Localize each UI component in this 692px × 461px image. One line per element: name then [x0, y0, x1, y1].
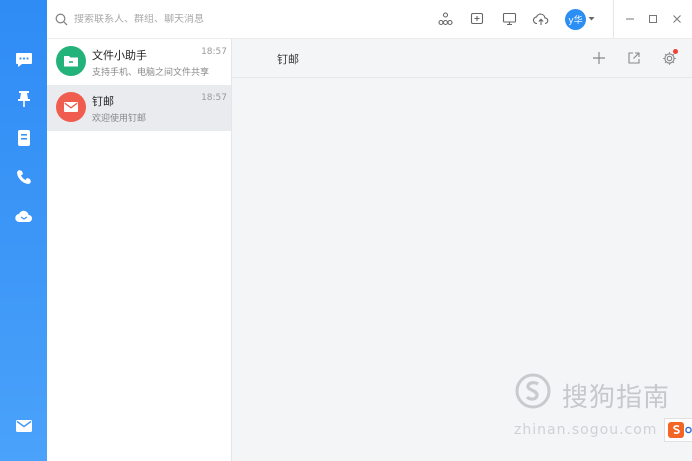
- sogou-badge: [664, 418, 692, 442]
- external-link-icon: [628, 52, 640, 64]
- left-nav-rail: [0, 0, 47, 461]
- app-window: y华 文件小助手 18:57 支持手机、电脑之间文件共享: [0, 0, 692, 461]
- watermark-brand: 搜狗指南: [562, 383, 671, 413]
- conversation-name: 文件小助手: [92, 49, 147, 62]
- chat-title: 钉邮: [277, 53, 299, 66]
- profile-avatar[interactable]: y华: [565, 9, 586, 30]
- conversation-avatar: [56, 92, 86, 122]
- close-button[interactable]: [668, 10, 686, 28]
- conversation-preview: 欢迎使用钉邮: [92, 114, 147, 124]
- screen-share-button[interactable]: [500, 10, 518, 28]
- add-button[interactable]: [590, 49, 608, 67]
- conversation-avatar: [56, 46, 86, 76]
- phone-icon: [17, 170, 31, 184]
- cloud-icon: [15, 210, 33, 223]
- add-note-icon: [470, 12, 484, 25]
- watermark-url: zhinan.sogou.com: [514, 422, 658, 438]
- maximize-icon: [649, 15, 657, 23]
- sogou-logo-icon: [515, 373, 551, 409]
- mail-icon: [64, 102, 78, 112]
- search-icon: [55, 13, 68, 25]
- minimize-icon: [626, 18, 634, 20]
- new-note-button[interactable]: [468, 10, 486, 28]
- minimize-button[interactable]: [621, 10, 639, 28]
- conversation-time: 18:57: [201, 47, 227, 57]
- pin-icon: [18, 91, 30, 107]
- org-structure-icon: [437, 12, 453, 26]
- chat-header: 钉邮: [232, 39, 692, 78]
- nav-mail-button[interactable]: [11, 413, 37, 439]
- plus-icon: [593, 52, 605, 64]
- notification-dot: [673, 49, 678, 54]
- mail-icon: [16, 420, 32, 432]
- conversation-list: 文件小助手 18:57 支持手机、电脑之间文件共享 钉邮 18:57 欢迎使用钉…: [47, 39, 232, 461]
- screen-share-icon: [502, 12, 516, 26]
- nav-messages-button[interactable]: [11, 47, 37, 73]
- close-icon: [673, 15, 681, 23]
- conversation-name: 钉邮: [92, 95, 114, 108]
- caret-down-icon[interactable]: [588, 13, 595, 23]
- open-external-button[interactable]: [625, 49, 643, 67]
- conversation-item-dingmail[interactable]: 钉邮 18:57 欢迎使用钉邮: [47, 85, 231, 131]
- nav-ding-button[interactable]: [11, 86, 37, 112]
- sogou-watermark: 搜狗指南 zhinan.sogou.com: [514, 372, 674, 438]
- folder-icon: [64, 56, 78, 67]
- top-bar: y华: [47, 0, 692, 39]
- search-input[interactable]: [74, 13, 244, 25]
- contacts-book-icon: [18, 130, 30, 146]
- nav-contacts-button[interactable]: [11, 125, 37, 151]
- maximize-button[interactable]: [644, 10, 662, 28]
- search-box[interactable]: [55, 10, 255, 28]
- cloud-upload-button[interactable]: [532, 10, 550, 28]
- nav-calls-button[interactable]: [11, 164, 37, 190]
- org-structure-button[interactable]: [436, 10, 454, 28]
- nav-cloud-button[interactable]: [11, 203, 37, 229]
- sogou-s-icon: [668, 422, 692, 438]
- cloud-upload-icon: [533, 13, 549, 25]
- topbar-divider: [613, 0, 614, 38]
- conversation-preview: 支持手机、电脑之间文件共享: [92, 68, 210, 78]
- avatar-text: y华: [568, 16, 583, 26]
- conversation-item-file-assistant[interactable]: 文件小助手 18:57 支持手机、电脑之间文件共享: [47, 39, 231, 85]
- chat-icon: [16, 53, 32, 67]
- conversation-time: 18:57: [201, 93, 227, 103]
